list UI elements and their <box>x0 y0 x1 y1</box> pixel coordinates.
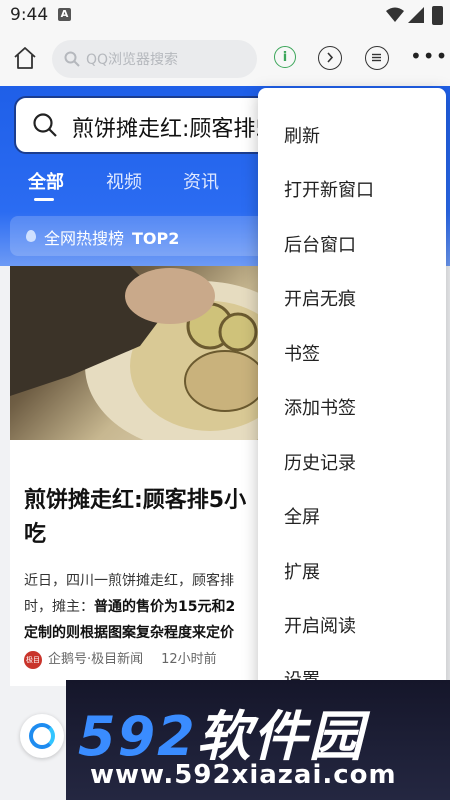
menu-item-add-bookmark[interactable]: 添加书签 <box>284 394 356 420</box>
wifi-icon <box>386 7 404 22</box>
notification-icon: A <box>58 8 71 21</box>
summary-line1: 近日，四川一煎饼摊走红，顾客排 <box>24 573 234 589</box>
source-name: 企鹅号·极目新闻 <box>48 652 144 667</box>
search-icon <box>64 51 80 67</box>
tab-video[interactable]: 视频 <box>106 168 142 194</box>
signal-icon <box>408 7 424 23</box>
list-icon <box>372 53 381 62</box>
hot-search-rank: TOP2 <box>132 229 180 248</box>
article-title-line2: 吃 <box>24 522 47 547</box>
search-input[interactable]: QQ浏览器搜索 <box>52 40 257 78</box>
watermark-text: 软件园 <box>196 705 365 768</box>
feed-search-query: 煎饼摊走红:顾客排5 <box>72 117 270 142</box>
status-time: 9:44 <box>10 5 49 25</box>
watermark-digits: 592 <box>78 705 197 768</box>
site-info-icon[interactable]: i <box>274 46 296 68</box>
menu-list-button[interactable] <box>365 46 389 70</box>
overflow-menu: 刷新 打开新窗口 后台窗口 开启无痕 书签 添加书签 历史记录 全屏 扩展 开启… <box>258 88 446 700</box>
source-avatar: 极目 <box>24 650 42 669</box>
menu-item-extensions[interactable]: 扩展 <box>284 558 320 584</box>
active-tab-indicator <box>34 198 54 201</box>
article-title-line1: 煎饼摊走红:顾客排5小 <box>24 488 247 513</box>
qq-logo-icon <box>29 723 55 749</box>
more-options-icon[interactable]: ••• <box>410 46 448 66</box>
menu-item-fullscreen[interactable]: 全屏 <box>284 503 320 529</box>
summary-line2-prefix: 时，摊主： <box>24 599 94 615</box>
qq-browser-logo[interactable] <box>20 714 64 758</box>
watermark-url: www.592xiazai.com <box>90 760 397 790</box>
menu-item-bookmarks[interactable]: 书签 <box>284 340 320 366</box>
hot-search-label: 全网热搜榜 <box>44 229 125 248</box>
article-source: 极目 企鹅号·极目新闻 12小时前 <box>24 648 217 669</box>
menu-item-new-window[interactable]: 打开新窗口 <box>284 176 374 202</box>
tab-news[interactable]: 资讯 <box>183 168 219 194</box>
menu-item-incognito[interactable]: 开启无痕 <box>284 285 356 311</box>
watermark-banner: 592软件园 www.592xiazai.com <box>66 680 450 800</box>
search-icon <box>33 113 57 137</box>
browser-toolbar: QQ浏览器搜索 i ••• <box>0 32 450 86</box>
article-time: 12小时前 <box>161 652 217 667</box>
menu-item-background-window[interactable]: 后台窗口 <box>284 231 356 257</box>
menu-item-reader-mode[interactable]: 开启阅读 <box>284 612 356 638</box>
status-bar: 9:44 A <box>0 0 450 32</box>
search-placeholder: QQ浏览器搜索 <box>86 52 179 68</box>
forward-button[interactable] <box>318 46 342 70</box>
menu-item-history[interactable]: 历史记录 <box>284 449 356 475</box>
menu-item-refresh[interactable]: 刷新 <box>284 122 320 148</box>
tab-all[interactable]: 全部 <box>28 168 64 194</box>
summary-line3-bold: 定制的则根据图案复杂程度来定价 <box>24 625 234 641</box>
chevron-right-icon <box>327 52 334 63</box>
battery-icon <box>432 6 443 25</box>
summary-line2-bold: 普通的售价为15元和2 <box>94 599 236 615</box>
home-icon[interactable] <box>12 46 38 70</box>
flame-icon <box>26 230 36 242</box>
